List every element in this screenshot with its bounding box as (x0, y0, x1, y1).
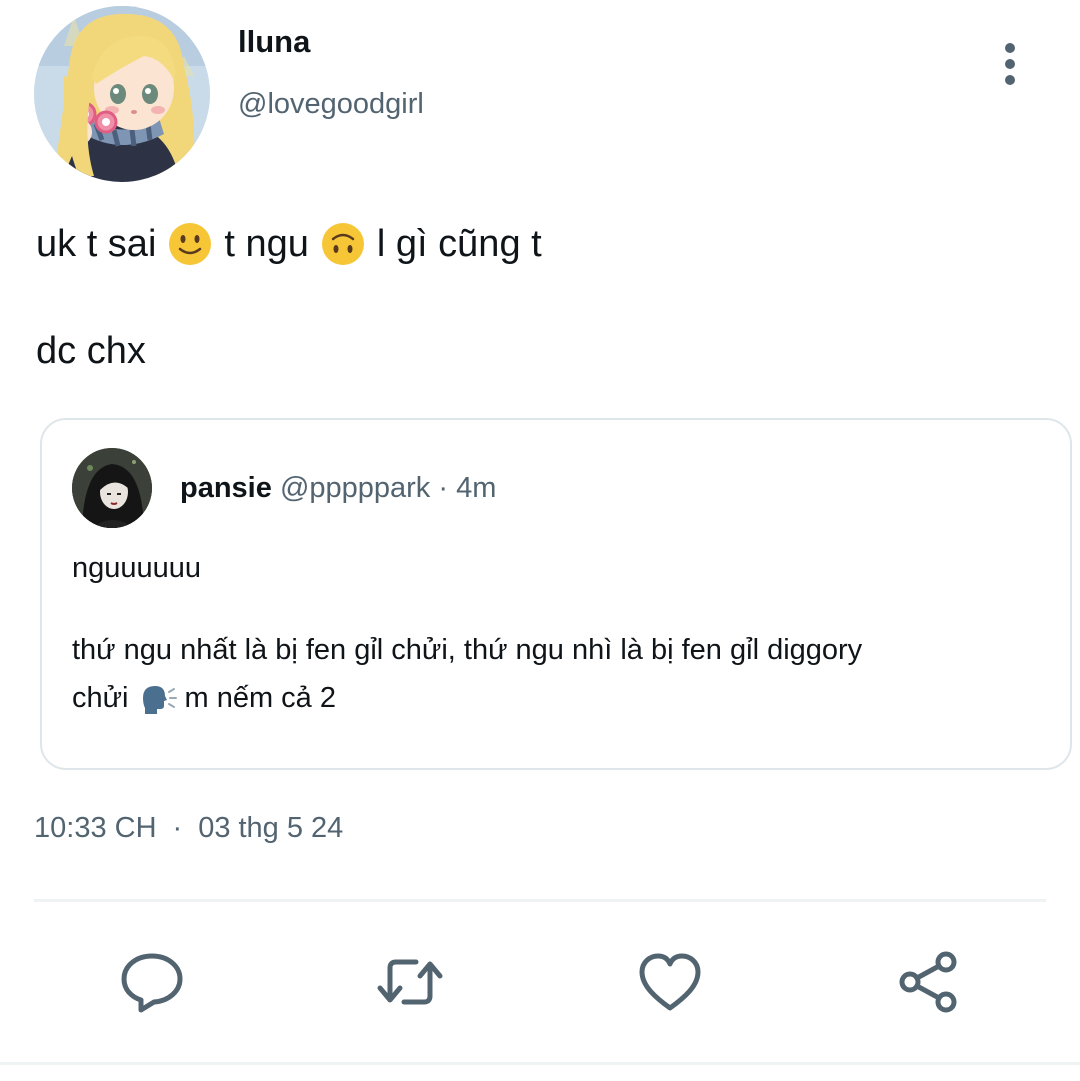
quoted-author-avatar[interactable] (72, 448, 152, 528)
quoted-author-name[interactable]: pansie (180, 472, 272, 504)
speaking-head-icon (142, 685, 177, 714)
more-options-button[interactable] (988, 36, 1032, 92)
post-text-segment: l gì cũng t (376, 222, 542, 265)
meta-separator: · (438, 472, 449, 504)
reply-button[interactable] (114, 944, 190, 1020)
quoted-tweet-card[interactable]: pansie @pppppark · 4m nguuuuuu thứ ngu n… (40, 418, 1072, 770)
quoted-author-handle[interactable]: @pppppark (280, 472, 430, 504)
post-text-segment: uk t sai (36, 222, 157, 265)
divider (34, 899, 1046, 902)
avatar-illustration (34, 6, 210, 182)
quoted-tweet-text-line: chửi m nếm cả 2 (72, 682, 336, 715)
author-avatar[interactable] (34, 6, 210, 182)
reply-icon (121, 953, 183, 1013)
quoted-tweet-text-line: nguuuuuu (72, 552, 202, 584)
post-text-segment: t ngu (224, 222, 309, 265)
share-button[interactable] (890, 944, 966, 1020)
tweet-detail: lluna @lovegoodgirl uk t sai t ngu l gì … (0, 0, 1080, 1081)
tweet-timestamp[interactable]: 10:33 CH · 03 thg 5 24 (34, 812, 343, 845)
more-options-icon (1005, 43, 1015, 53)
retweet-button[interactable] (372, 944, 448, 1020)
upside-down-face-icon (321, 223, 364, 265)
timestamp-separator: · (172, 812, 183, 844)
like-button[interactable] (632, 944, 708, 1020)
more-options-icon-dot (1005, 75, 1015, 85)
heart-icon (639, 953, 701, 1011)
divider (0, 1062, 1080, 1065)
quoted-tweet-meta: pansie @pppppark · 4m (180, 472, 496, 505)
author-handle[interactable]: @lovegoodgirl (238, 88, 424, 121)
more-options-icon-dot (1005, 59, 1015, 69)
post-text-line: uk t sai t ngu l gì cũng t (36, 218, 542, 270)
post-text-line: dc chx (36, 329, 146, 372)
author-display-name[interactable]: lluna (238, 24, 310, 60)
timestamp-time: 10:33 CH (34, 812, 157, 844)
quoted-tweet-time: 4m (456, 472, 497, 504)
quoted-tweet-text-line: thứ ngu nhất là bị fen gỉl chửi, thứ ngu… (72, 634, 863, 666)
quoted-text-segment: chửi (72, 682, 129, 714)
quoted-avatar-illustration (72, 448, 152, 528)
retweet-icon (377, 959, 443, 1005)
slightly-smiling-face-icon (169, 223, 212, 265)
share-icon (899, 951, 957, 1013)
timestamp-date: 03 thg 5 24 (198, 812, 344, 844)
quoted-text-segment: m nếm cả 2 (184, 682, 337, 714)
